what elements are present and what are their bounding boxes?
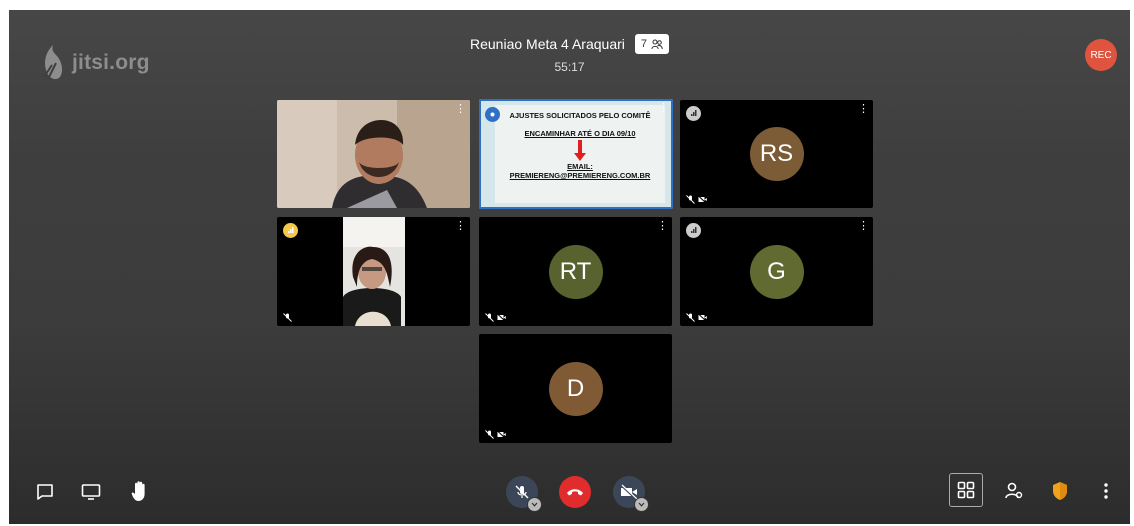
camera-off-icon (497, 430, 506, 439)
tile-status (485, 313, 506, 322)
mic-muted-icon (686, 195, 695, 204)
participant-count: 7 (640, 38, 647, 50)
camera-toggle-button[interactable] (613, 476, 649, 512)
screen-share-icon (81, 484, 101, 500)
slide-line-1: AJUSTES SOLICITADOS PELO COMITÊ (509, 111, 651, 120)
camera-off-icon (497, 313, 506, 322)
chevron-down-icon[interactable] (527, 497, 542, 512)
shield-icon (1053, 482, 1067, 500)
avatar: RS (749, 127, 804, 181)
tile-view-button[interactable] (949, 473, 983, 507)
avatar: D (548, 361, 603, 416)
raise-hand-button[interactable] (129, 479, 151, 503)
more-actions-button[interactable] (1098, 480, 1114, 502)
connection-indicator-icon (283, 223, 298, 238)
mic-muted-icon (515, 485, 529, 499)
video-tile-participant-2[interactable]: ⋮ (277, 217, 470, 326)
chat-icon (37, 484, 53, 500)
slide-line-4: PREMIERENG@PREMIERENG.COM.BR (509, 171, 651, 180)
microphone-toggle-button[interactable] (506, 476, 542, 512)
invite-participants-button[interactable] (1003, 480, 1025, 502)
participant-video-image (277, 100, 470, 208)
raise-hand-icon (131, 481, 145, 501)
tile-menu-icon[interactable]: ⋮ (858, 221, 869, 232)
mic-muted-icon (485, 430, 494, 439)
chat-button[interactable] (35, 482, 55, 502)
slide-line-2: ENCAMINHAR ATÉ O DIA 09/10 (524, 129, 636, 138)
mic-muted-icon (686, 313, 695, 322)
mic-muted-icon (485, 313, 494, 322)
meeting-header: Reuniao Meta 4 Araquari 7 55:17 (9, 34, 1130, 74)
hangup-icon (567, 489, 583, 496)
avatar: G (749, 244, 804, 299)
camera-off-icon (620, 484, 638, 500)
screen-share-tile[interactable]: AJUSTES SOLICITADOS PELO COMITÊ ENCAMINH… (479, 99, 673, 209)
participant-video-image (343, 217, 405, 326)
mic-muted-icon (283, 313, 292, 322)
tile-menu-icon[interactable]: ⋮ (657, 221, 668, 232)
connection-indicator-icon (686, 106, 701, 121)
slide-content: AJUSTES SOLICITADOS PELO COMITÊ ENCAMINH… (495, 105, 665, 203)
jitsi-meeting-window: jitsi.org Reuniao Meta 4 Araquari 7 55:1… (9, 10, 1130, 524)
tile-menu-icon[interactable]: ⋮ (455, 104, 466, 115)
participant-count-badge[interactable]: 7 (634, 34, 669, 54)
tile-status (686, 195, 707, 204)
meeting-timer: 55:17 (554, 60, 585, 74)
tile-menu-icon[interactable]: ⋮ (858, 104, 869, 115)
security-options-button[interactable] (1050, 480, 1070, 502)
shared-slide: AJUSTES SOLICITADOS PELO COMITÊ ENCAMINH… (479, 99, 673, 209)
participants-icon (651, 39, 663, 49)
connection-indicator-icon (686, 223, 701, 238)
avatar: RT (548, 244, 603, 299)
add-user-icon (1005, 482, 1023, 499)
recording-indicator: REC (1085, 39, 1117, 71)
red-arrow-down-icon (574, 140, 586, 161)
camera-off-icon (698, 313, 707, 322)
tile-status (485, 430, 506, 439)
camera-off-icon (698, 195, 707, 204)
tile-menu-icon[interactable]: ⋮ (658, 103, 669, 114)
chevron-down-icon[interactable] (634, 497, 649, 512)
tile-view-icon (957, 481, 975, 499)
bottom-toolbar (9, 464, 1130, 524)
participant-tile-rt[interactable]: ⋮ RT (479, 217, 672, 326)
tile-menu-icon[interactable]: ⋮ (455, 221, 466, 232)
screen-share-indicator-icon (485, 107, 500, 122)
participant-tile-d[interactable]: D (479, 334, 672, 443)
meeting-title: Reuniao Meta 4 Araquari (470, 36, 625, 52)
more-vertical-icon (1104, 483, 1108, 499)
tile-status (283, 313, 292, 322)
screen-share-button[interactable] (81, 482, 101, 502)
tile-status (686, 313, 707, 322)
participant-tile-g[interactable]: ⋮ G (680, 217, 873, 326)
participant-tile-rs[interactable]: ⋮ RS (680, 100, 873, 208)
hangup-button[interactable] (559, 476, 591, 508)
slide-line-3: EMAIL: (567, 162, 593, 171)
video-tile-participant-1[interactable]: ⋮ (277, 100, 470, 208)
